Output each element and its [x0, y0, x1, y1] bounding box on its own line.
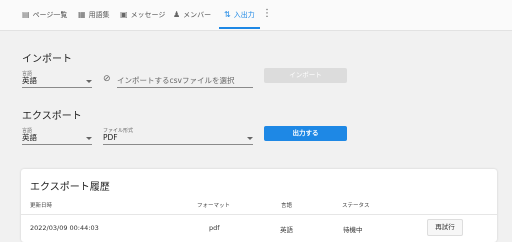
active-tab-indicator — [219, 27, 260, 29]
tab-label: メッセージ — [130, 11, 166, 19]
chevron-down-icon — [86, 80, 92, 83]
message-icon: ▣ — [120, 10, 128, 19]
import-section-title: インポート — [22, 54, 72, 65]
export-language-select[interactable]: 英語 — [22, 132, 92, 145]
retry-button[interactable]: 再試行 — [427, 219, 463, 236]
tab-page-list[interactable]: ▤ ページ一覧 — [22, 0, 67, 30]
tab-label: ページ一覧 — [32, 11, 68, 19]
tab-label: メンバー — [183, 11, 212, 19]
export-button[interactable]: 出力する — [264, 126, 347, 141]
document-icon: ▦ — [78, 10, 86, 19]
file-format-select[interactable]: PDF — [103, 132, 253, 145]
export-section-title: エクスポート — [22, 111, 82, 122]
cell-updated: 2022/03/09 00:44:03 — [30, 224, 99, 232]
column-header-language: 言語 — [281, 203, 293, 209]
chevron-down-icon — [86, 137, 92, 140]
paperclip-icon: ⊘ — [103, 74, 111, 84]
import-export-icon: ⇅ — [224, 10, 231, 19]
cell-status: 待機中 — [343, 226, 363, 234]
cell-format: pdf — [209, 224, 220, 232]
file-format-value: PDF — [103, 133, 118, 142]
tab-import-export[interactable]: ⇅ 入出力 — [224, 0, 255, 30]
column-header-updated: 更新日時 — [30, 203, 53, 209]
tab-bar: ▤ ページ一覧 ▦ 用語集 ▣ メッセージ ♟ メンバー ⇅ 入出力 ⋮ — [0, 0, 512, 31]
tab-glossary[interactable]: ▦ 用語集 — [78, 0, 110, 30]
export-language-value: 英語 — [22, 133, 37, 142]
import-language-select[interactable]: 英語 — [22, 75, 92, 88]
export-history-card: エクスポート履歴 更新日時 フォーマット 言語 ステータス 2022/03/09… — [21, 169, 497, 242]
tab-label: 用語集 — [88, 11, 110, 19]
book-icon: ▤ — [22, 10, 30, 19]
export-history-title: エクスポート履歴 — [30, 182, 110, 193]
table-divider — [21, 214, 497, 215]
cell-language: 英語 — [280, 226, 293, 234]
import-language-value: 英語 — [22, 76, 37, 85]
members-icon: ♟ — [173, 10, 181, 19]
csv-file-input[interactable]: インポートするcsvファイルを選択 — [117, 74, 253, 88]
tab-messages[interactable]: ▣ メッセージ — [120, 0, 165, 30]
tab-label: 入出力 — [233, 11, 255, 19]
import-button[interactable]: インポート — [264, 68, 347, 83]
column-header-status: ステータス — [342, 203, 370, 209]
chevron-down-icon — [247, 137, 253, 140]
file-input-placeholder: インポートするcsvファイルを選択 — [117, 76, 235, 85]
more-vert-icon[interactable]: ⋮ — [262, 9, 272, 19]
tab-members[interactable]: ♟ メンバー — [173, 0, 211, 30]
column-header-format: フォーマット — [197, 203, 231, 209]
